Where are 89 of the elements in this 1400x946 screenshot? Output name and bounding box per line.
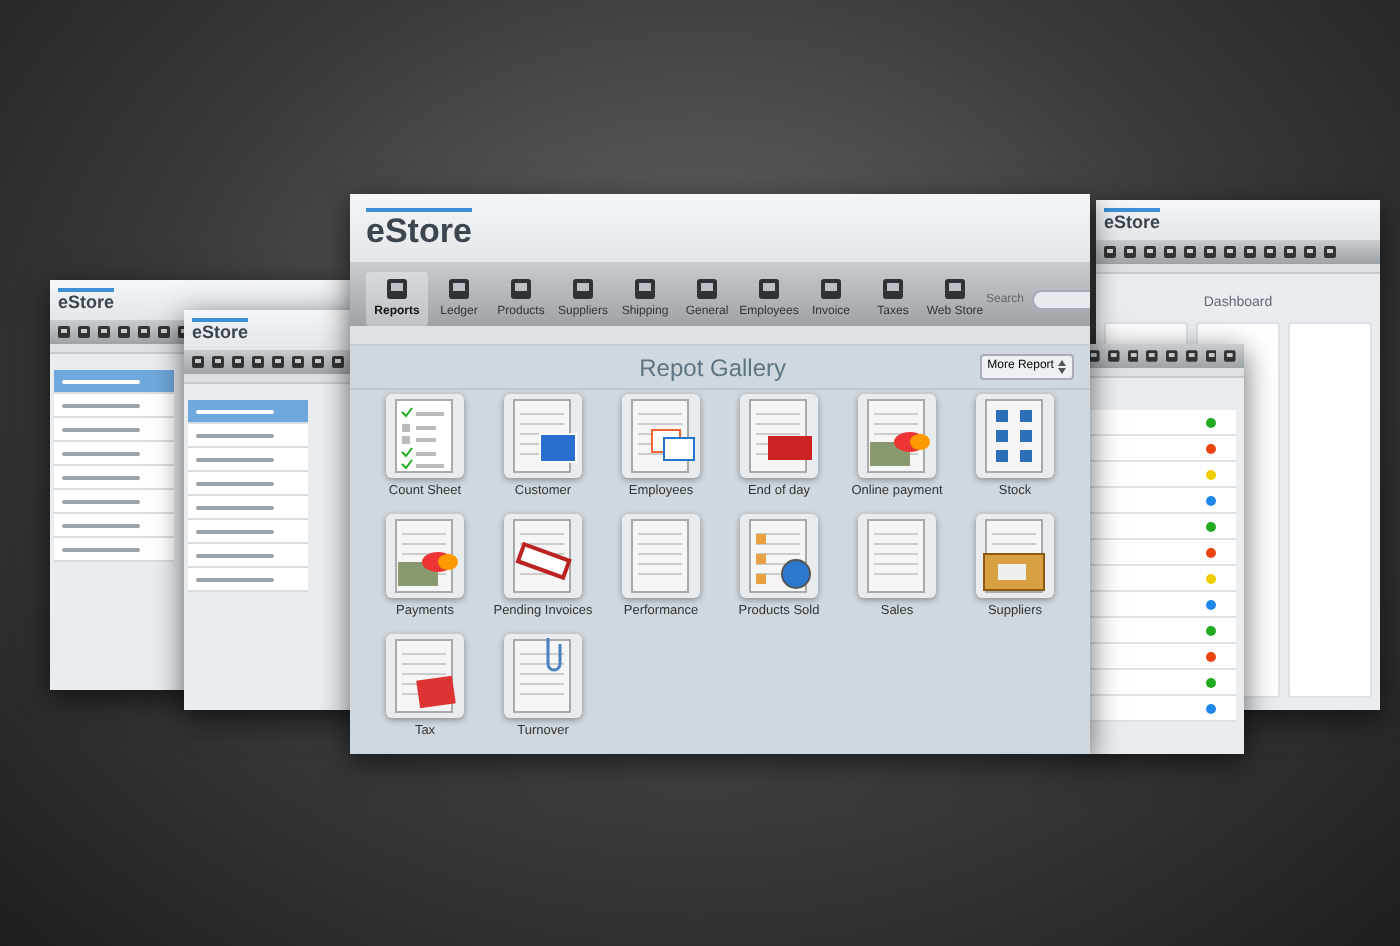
toolbar-icon [292, 356, 304, 368]
report-tile[interactable] [386, 513, 464, 598]
toolbar-icon [1127, 350, 1139, 362]
report-tile[interactable] [740, 513, 818, 598]
report-tile[interactable] [858, 513, 936, 598]
toolbar-icon [1104, 246, 1116, 258]
list-row[interactable] [54, 514, 174, 538]
toolbar-icon [1224, 350, 1236, 362]
toolbar-icon [312, 356, 324, 368]
toolbar-icon [252, 356, 264, 368]
toolbar-icon [448, 278, 470, 300]
report-tile[interactable] [976, 394, 1054, 478]
list-row[interactable] [188, 424, 308, 448]
toolbar-icon [332, 356, 344, 368]
report-tile[interactable] [622, 394, 700, 478]
toolbar-icon [820, 278, 842, 300]
report-tile[interactable] [504, 633, 582, 717]
report-card-icon [862, 398, 932, 474]
toolbar-icon [1144, 246, 1156, 258]
app-logo: eStore [366, 208, 472, 248]
list-row[interactable] [188, 520, 308, 544]
toolbar-icon [696, 278, 718, 300]
toolbar-icon [192, 356, 204, 368]
toolbar-icon [1107, 350, 1119, 362]
report-sign-icon [744, 398, 814, 474]
app-logo: eStore [192, 318, 249, 342]
list-row[interactable] [54, 394, 174, 418]
report-tile[interactable] [504, 394, 582, 478]
toolbar-icon [1324, 246, 1336, 258]
toolbar-icon [232, 356, 244, 368]
list-row[interactable] [54, 538, 174, 562]
list-row[interactable] [54, 466, 174, 490]
list-row[interactable] [188, 496, 308, 520]
list-row[interactable] [188, 544, 308, 568]
toolbar-icon [1166, 350, 1178, 362]
report-tile[interactable] [740, 394, 818, 478]
report-stamp-icon [508, 517, 578, 594]
toolbar-icon [944, 278, 966, 300]
report-clock-icon [744, 517, 814, 594]
toolbar-icon [118, 326, 130, 338]
list-row[interactable] [188, 400, 308, 424]
report-photo-icon [508, 398, 578, 474]
toolbar-icon [98, 326, 110, 338]
toolbar-icon [1185, 350, 1197, 362]
toolbar-icon [158, 326, 170, 338]
toolbar-icon [1264, 246, 1276, 258]
list-row[interactable] [54, 370, 174, 394]
toolbar-icon [634, 278, 656, 300]
toolbar-icon [212, 356, 224, 368]
app-logo: eStore [1104, 208, 1161, 232]
toolbar-icon [1184, 246, 1196, 258]
list-row[interactable] [188, 448, 308, 472]
search-field[interactable] [1032, 290, 1090, 310]
toolbar-icon [882, 278, 904, 300]
toolbar-icon [1284, 246, 1296, 258]
report-truck-icon [980, 517, 1050, 594]
app-logo: eStore [58, 288, 115, 312]
toolbar-icon [1224, 246, 1236, 258]
toolbar-icon [510, 278, 532, 300]
toolbar-icon [572, 278, 594, 300]
toolbar-icon [1146, 350, 1158, 362]
report-tile[interactable] [504, 513, 582, 598]
toolbar-icon [386, 278, 408, 300]
report-tile[interactable] [386, 633, 464, 717]
report-percent-icon [390, 637, 460, 713]
sort-icon [1057, 360, 1066, 374]
toolbar-icon [1205, 350, 1217, 362]
report-tile[interactable] [622, 513, 700, 598]
list-row[interactable] [54, 442, 174, 466]
report-tile[interactable] [386, 394, 464, 478]
toolbar-icon [1244, 246, 1256, 258]
list-row[interactable] [188, 568, 308, 592]
toolbar-icon [758, 278, 780, 300]
list-row[interactable] [54, 418, 174, 442]
toolbar-icon [78, 326, 90, 338]
report-badge-icon [626, 398, 696, 474]
list-row[interactable] [54, 490, 174, 514]
report-tile[interactable] [858, 394, 936, 478]
toolbar-icon [58, 326, 70, 338]
gallery-title: Repot Gallery [639, 351, 786, 385]
toolbar-icon [1124, 246, 1136, 258]
toolbar-icon [1204, 246, 1216, 258]
toolbar-icon [272, 356, 284, 368]
list-row[interactable] [188, 472, 308, 496]
toolbar-icon [1164, 246, 1176, 258]
report-tile[interactable] [976, 513, 1054, 598]
toolbar-icon [138, 326, 150, 338]
report-card-icon [390, 517, 460, 594]
toolbar-icon [1304, 246, 1316, 258]
